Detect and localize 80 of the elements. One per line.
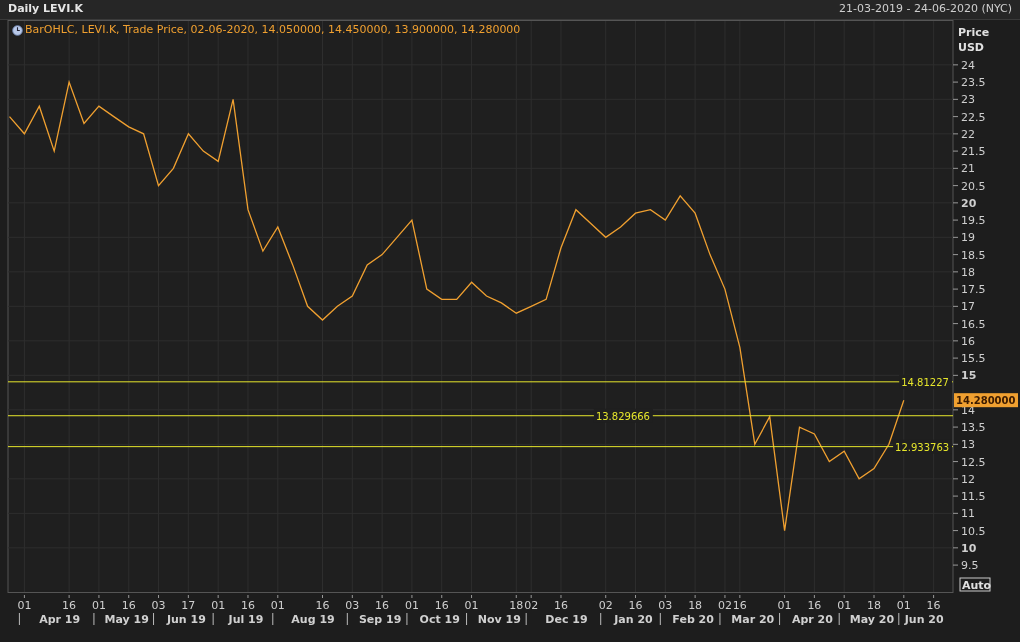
- y-tick-label: 12: [961, 472, 975, 486]
- x-tick-label: 03: [151, 599, 166, 612]
- month-label: Oct 19: [419, 613, 460, 626]
- month-label: Aug 19: [291, 613, 335, 626]
- month-label: Mar 20: [731, 613, 775, 626]
- x-tick-label: 01: [404, 599, 419, 612]
- month-label: Apr 20: [791, 613, 833, 626]
- y-tick-label: 11: [961, 507, 975, 521]
- month-label: Dec 19: [545, 613, 588, 626]
- y-tick-label: 13.5: [961, 421, 986, 435]
- x-tick-label: 01: [777, 599, 792, 612]
- month-label: Apr 19: [39, 613, 81, 626]
- x-tick-label: 18: [509, 599, 524, 612]
- x-tick-label: 16: [554, 599, 568, 612]
- x-tick-label: 01: [211, 599, 226, 612]
- y-tick-label: 10: [961, 541, 977, 555]
- y-tick-label: 9.5: [961, 559, 979, 573]
- date-range: 21-03-2019 - 24-06-2020 (NYC): [839, 1, 1012, 18]
- y-tick-label: 20: [961, 196, 977, 210]
- x-tick-label: 01: [896, 599, 911, 612]
- month-label: Jun 19: [166, 613, 206, 626]
- y-tick-label: 15: [961, 369, 977, 383]
- x-tick-label: 03: [658, 599, 673, 612]
- x-tick-label: 02: [717, 599, 732, 612]
- last-price-marker: 14.280000: [954, 393, 1018, 408]
- x-tick-label: 03: [345, 599, 360, 612]
- y-tick-label: 16: [961, 334, 975, 348]
- month-label: Jul 19: [228, 613, 264, 626]
- x-tick-label: 16: [375, 599, 390, 612]
- x-tick-label: 16: [732, 599, 747, 612]
- y-tick-label: 19.5: [961, 214, 986, 228]
- y-tick-label: 24: [961, 58, 975, 72]
- y-tick-label: 12.5: [961, 455, 986, 469]
- month-label: May 19: [104, 613, 149, 626]
- y-tick-label: 23.5: [961, 76, 986, 90]
- x-tick-label: 01: [837, 599, 852, 612]
- y-tick-label: 21: [961, 162, 975, 176]
- y-tick-label: 10.5: [961, 524, 986, 538]
- x-tick-label: 02: [524, 599, 539, 612]
- x-tick-label: 16: [628, 599, 643, 612]
- y-tick-label: 13: [961, 438, 975, 452]
- x-tick-label: 16: [434, 599, 449, 612]
- y-tick-label: 22: [961, 127, 975, 141]
- month-label: Jun 20: [904, 613, 944, 626]
- y-tick-label: 20.5: [961, 179, 986, 193]
- axis-unit: USD: [958, 41, 984, 54]
- x-tick-label: 18: [867, 599, 881, 612]
- month-label: Sep 19: [358, 613, 402, 626]
- x-tick-label: 01: [464, 599, 479, 612]
- x-tick-label: 16: [315, 599, 330, 612]
- x-tick-label: 16: [62, 599, 77, 612]
- x-tick-label: 16: [807, 599, 822, 612]
- y-tick-label: 22.5: [961, 110, 986, 124]
- y-tick-label: 16.5: [961, 317, 986, 331]
- x-tick-label: 16: [926, 599, 941, 612]
- y-tick-label: 11.5: [961, 490, 986, 504]
- x-tick-label: 01: [17, 599, 32, 612]
- x-tick-label: 01: [91, 599, 106, 612]
- axis-title: Price: [958, 26, 990, 39]
- chart-title: Daily LEVI.K: [8, 1, 83, 18]
- month-label: Feb 20: [672, 613, 714, 626]
- x-tick-label: 02: [598, 599, 613, 612]
- x-tick-label: 17: [181, 599, 196, 612]
- y-tick-label: 18: [961, 265, 975, 279]
- y-tick-label: 19: [961, 231, 975, 245]
- y-tick-label: 23: [961, 93, 975, 107]
- y-tick-label: 18.5: [961, 248, 986, 262]
- month-label: Jan 20: [614, 613, 653, 626]
- y-tick-label: 15.5: [961, 352, 986, 366]
- auto-button[interactable]: Auto: [959, 577, 992, 592]
- month-label: May 20: [849, 613, 895, 626]
- month-label: Nov 19: [477, 613, 521, 626]
- y-tick-label: 21.5: [961, 145, 986, 159]
- x-tick-label: 18: [688, 599, 703, 612]
- y-tick-label: 17.5: [961, 283, 986, 297]
- x-tick-label: 16: [241, 599, 255, 612]
- legend-text: BarOHLC, LEVI.K, Trade Price, 02-06-2020, 14.050000, 14.450000, 13.900000, 14.280000: [25, 22, 521, 38]
- y-tick-label: 17: [961, 300, 975, 314]
- x-tick-label: 01: [270, 599, 285, 612]
- x-tick-label: 16: [121, 599, 136, 612]
